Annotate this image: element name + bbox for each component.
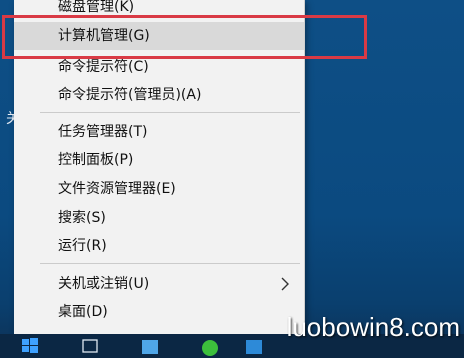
watermark-text: luobowin8.com [286,312,460,342]
menu-item-run[interactable]: 运行(R) [14,232,304,260]
menu-item-label: 磁盘管理(K) [58,0,135,15]
app-icon[interactable] [200,336,220,356]
menu-item-desktop[interactable]: 桌面(D) [14,298,304,326]
menu-item-disk-management[interactable]: 磁盘管理(K) [14,0,304,21]
menu-separator [40,263,300,264]
menu-item-label: 计算机管理(G) [58,28,150,44]
menu-item-task-manager[interactable]: 任务管理器(T) [14,118,304,146]
menu-item-label: 控制面板(P) [58,152,134,168]
menu-item-file-explorer[interactable]: 文件资源管理器(E) [14,175,304,203]
menu-item-command-prompt[interactable]: 命令提示符(C) [14,53,304,81]
edge-browser-icon[interactable] [140,336,160,356]
menu-item-label: 命令提示符(管理员)(A) [58,87,202,103]
app-icon[interactable] [244,336,264,356]
chevron-right-icon [281,277,289,291]
winx-context-menu: 磁盘管理(K) 计算机管理(G) 命令提示符(C) 命令提示符(管理员)(A) … [14,0,305,335]
menu-item-shutdown-signout[interactable]: 关机或注销(U) [14,270,304,298]
menu-item-computer-management[interactable]: 计算机管理(G) [14,22,304,50]
menu-item-label: 文件资源管理器(E) [58,181,176,197]
menu-item-label: 命令提示符(C) [58,59,149,75]
menu-item-label: 运行(R) [58,238,107,254]
task-view-icon[interactable] [80,336,100,356]
menu-item-label: 桌面(D) [58,304,108,320]
menu-item-label: 任务管理器(T) [58,124,148,140]
menu-item-command-prompt-admin[interactable]: 命令提示符(管理员)(A) [14,81,304,109]
menu-item-search[interactable]: 搜索(S) [14,204,304,232]
menu-item-label: 搜索(S) [58,210,106,226]
menu-item-control-panel[interactable]: 控制面板(P) [14,146,304,174]
menu-item-label: 关机或注销(U) [58,276,150,292]
windows-start-icon[interactable] [20,336,40,356]
menu-separator [40,112,300,113]
